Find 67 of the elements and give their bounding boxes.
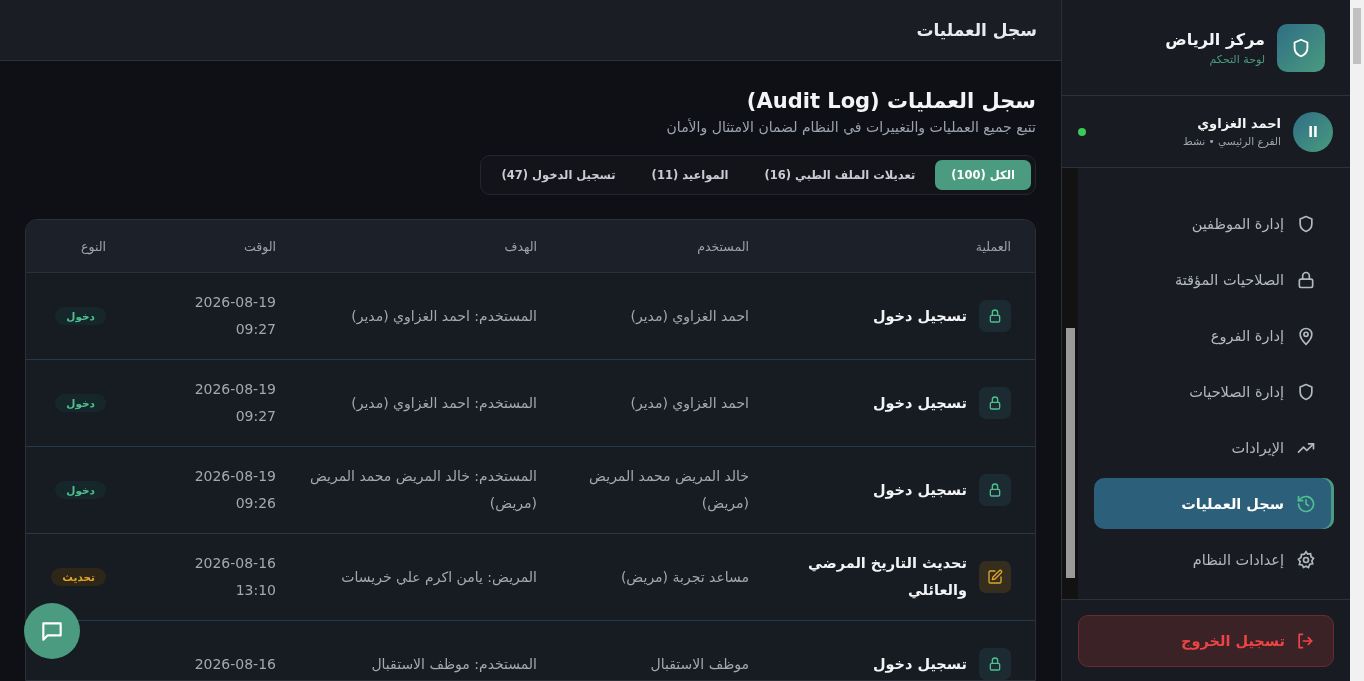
time-cell-text: 09:27 bbox=[235, 320, 276, 339]
column-header: الهدف bbox=[503, 238, 537, 254]
target-cell-text: المستخدم: موظف الاستقبال bbox=[370, 654, 537, 675]
lock-icon bbox=[979, 387, 1011, 419]
nav-item[interactable]: إدارة الموظفين bbox=[1094, 198, 1334, 249]
shield-logo-icon bbox=[1277, 23, 1325, 72]
date-cell-text: 2026-08-16 bbox=[194, 554, 276, 574]
date-cell-text: 2026-08-19 bbox=[194, 380, 276, 400]
page-title: سجل العمليات (Audit Log) bbox=[745, 89, 1036, 113]
time-cell-text: 13:10 bbox=[235, 581, 276, 600]
type-badge: دخول bbox=[55, 481, 106, 499]
user-cell-text: خالد المريض محمد المريض (مريض) bbox=[588, 467, 749, 514]
settings-icon bbox=[1296, 549, 1316, 570]
operation-cell-text: تحديث التاريخ المرضي والعائلي bbox=[806, 554, 967, 601]
column-header: النوع bbox=[80, 238, 106, 254]
edit-icon bbox=[979, 561, 1011, 593]
nav-item[interactable]: الإيرادات bbox=[1094, 422, 1334, 473]
nav-item[interactable]: إعدادات النظام bbox=[1094, 534, 1334, 585]
date-cell-text: 2026-08-19 bbox=[194, 293, 276, 313]
scrollbar-thumb[interactable] bbox=[1065, 328, 1075, 578]
operation-cell-text: تسجيل دخول bbox=[872, 306, 967, 327]
user-cell-text: مساعد تجربة (مريض) bbox=[619, 567, 749, 588]
user-meta: الفرع الرئيسي • نشط bbox=[1181, 135, 1281, 147]
user-cell-text: احمد الغزاوي (مدير) bbox=[629, 306, 749, 327]
nav-item[interactable]: إدارة الفروع bbox=[1094, 310, 1334, 361]
lock-icon bbox=[979, 300, 1011, 332]
location-pin-icon bbox=[1296, 325, 1316, 346]
target-cell-text: المستخدم: خالد المريض محمد المريض (مريض) bbox=[308, 467, 537, 514]
column-header: العملية bbox=[974, 238, 1011, 254]
filter-tab[interactable]: المواعيد (11) bbox=[635, 160, 745, 190]
date-cell-text: 2026-08-19 bbox=[194, 467, 276, 487]
shield-icon bbox=[1296, 381, 1316, 402]
target-cell-text: المريض: يامن اكرم علي خريسات bbox=[340, 567, 537, 588]
operation-cell-text: تسجيل دخول bbox=[872, 654, 967, 675]
type-badge: دخول bbox=[55, 394, 106, 412]
operation-cell-text: تسجيل دخول bbox=[872, 393, 967, 414]
lock-icon bbox=[979, 474, 1011, 506]
time-cell-text: 09:27 bbox=[235, 407, 276, 426]
page-header-title: سجل العمليات bbox=[916, 20, 1037, 40]
page-scrollbar-thumb[interactable] bbox=[1353, 8, 1361, 64]
logout-icon bbox=[1295, 631, 1315, 651]
shield-icon bbox=[1296, 213, 1316, 234]
nav-item[interactable]: سجل العمليات bbox=[1094, 478, 1334, 529]
page-subtitle: تتبع جميع العمليات والتغييرات في النظام لضمان الامتثال والأمان bbox=[665, 119, 1036, 135]
lock-icon bbox=[979, 648, 1011, 680]
logout-button[interactable]: تسجيل الخروج bbox=[1078, 615, 1334, 667]
brand-subtitle: لوحة التحكم bbox=[1208, 52, 1265, 66]
lock-icon bbox=[1296, 269, 1316, 290]
filter-tab[interactable]: تعديلات الملف الطبي (16) bbox=[748, 160, 932, 190]
target-cell-text: المستخدم: احمد الغزاوي (مدير) bbox=[350, 306, 537, 327]
target-cell-text: المستخدم: احمد الغزاوي (مدير) bbox=[350, 393, 537, 414]
nav-item[interactable]: إدارة الصلاحيات bbox=[1094, 366, 1334, 417]
brand-title: مركز الرياض bbox=[1165, 29, 1265, 49]
user-name: احمد الغزاوي bbox=[1196, 116, 1281, 131]
operation-cell-text: تسجيل دخول bbox=[872, 480, 967, 501]
date-cell-text: 2026-08-16 bbox=[194, 654, 276, 674]
user-cell-text: احمد الغزاوي (مدير) bbox=[629, 393, 749, 414]
time-cell-text: 09:26 bbox=[235, 494, 276, 513]
nav-item[interactable]: الصلاحيات المؤقتة bbox=[1094, 254, 1334, 305]
type-badge: تحديث bbox=[51, 568, 106, 586]
column-header: المستخدم bbox=[696, 238, 749, 254]
history-icon bbox=[1296, 493, 1316, 514]
column-header: الوقت bbox=[243, 238, 276, 254]
user-cell-text: موظف الاستقبال bbox=[649, 654, 749, 675]
type-badge: دخول bbox=[55, 307, 106, 325]
user-avatar: اا bbox=[1293, 111, 1333, 152]
filter-tab[interactable]: تسجيل الدخول (47) bbox=[485, 160, 632, 190]
